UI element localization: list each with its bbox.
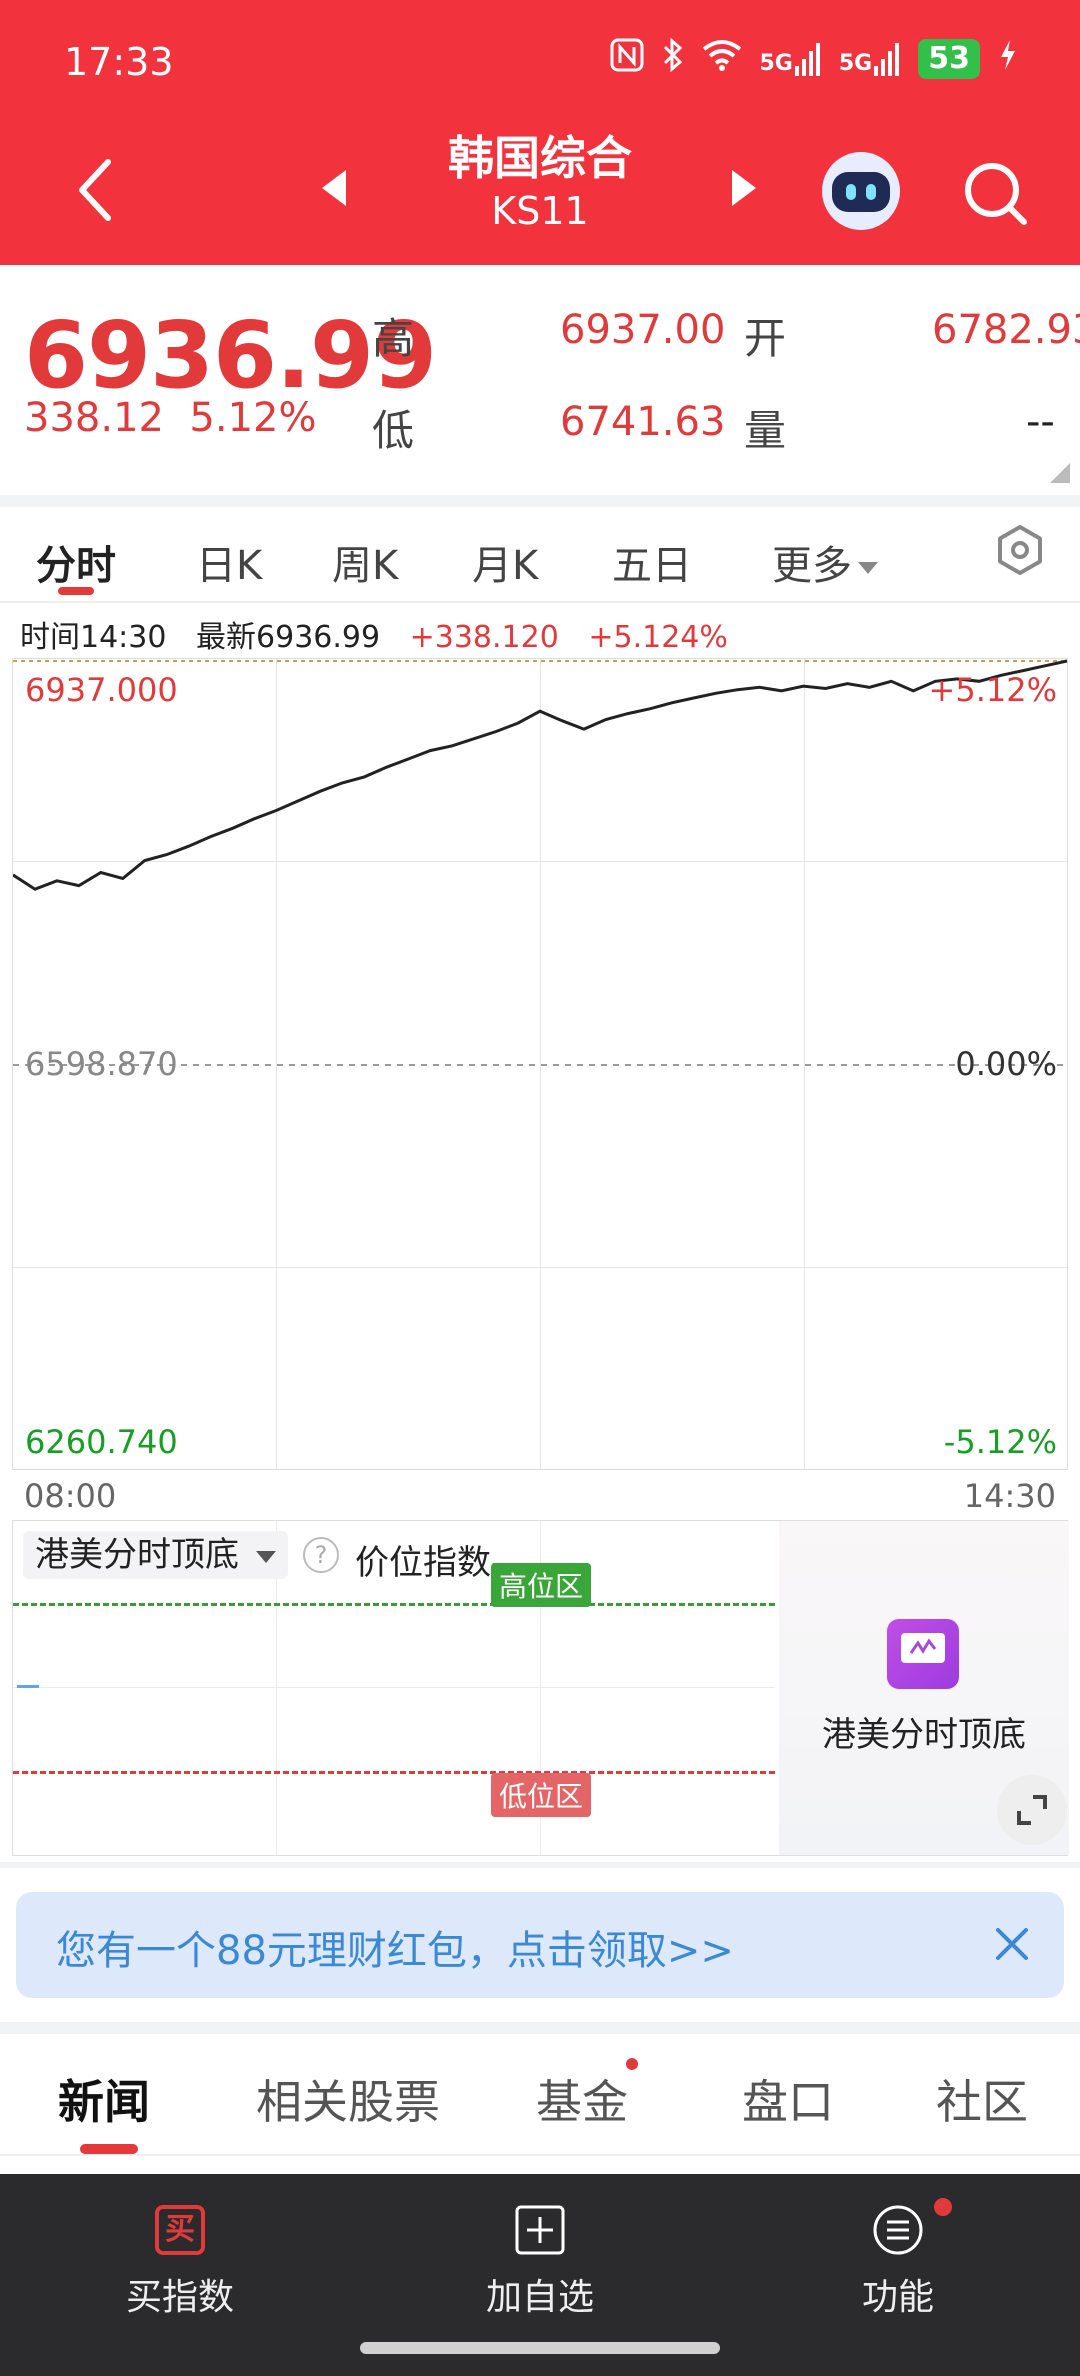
info-latest: 最新6936.99 (196, 620, 381, 655)
intraday-chart[interactable]: 6937.000 +5.12% 6598.870 0.00% 6260.740 … (12, 658, 1069, 1470)
section-divider (0, 495, 1080, 507)
info-time: 时间14:30 (20, 620, 167, 655)
tab-intraday[interactable]: 分时 (36, 533, 116, 591)
info-change-pct: +5.124% (588, 620, 728, 655)
add-icon (514, 2204, 566, 2256)
monitor-chart-icon (887, 1619, 959, 1689)
chart-tabs: 分时 日K 周K 月K 五日 更多 (0, 507, 1080, 603)
time-axis-end: 14:30 (963, 1477, 1056, 1515)
settings-icon[interactable] (994, 524, 1046, 580)
buy-index-button[interactable]: 买 买指数 (80, 2204, 280, 2320)
indicator-panel: 港美分时顶底 ? 价位指数-- 高位区 低位区 港美分时顶底 (12, 1520, 1069, 1856)
content-tabs: 新闻 相关股票 基金 盘口 社区 (0, 2036, 1080, 2156)
tab-five-day[interactable]: 五日 (612, 533, 692, 591)
price-change: 338.12 5.12% (24, 395, 317, 441)
charging-icon (998, 38, 1018, 80)
signal-icon-2: 5G (839, 42, 900, 76)
quote-panel: 6936.99 338.12 5.12% 高 6937.00 开 6782.93… (0, 265, 1080, 497)
tab-active-indicator (58, 587, 94, 595)
indicator-marker (17, 1685, 39, 1688)
nfc-icon (610, 38, 644, 80)
pct-label-middle: 0.00% (955, 1045, 1057, 1083)
high-zone-badge: 高位区 (491, 1563, 592, 1607)
buy-icon: 买 (154, 2204, 206, 2256)
status-time: 17:33 (64, 40, 174, 84)
chevron-down-icon (858, 562, 878, 574)
status-icons: 5G 5G 53 (610, 37, 1019, 80)
help-icon[interactable]: ? (303, 1537, 339, 1573)
tab-community[interactable]: 社区 (936, 2066, 1028, 2132)
battery-indicator: 53 (918, 39, 980, 79)
tab-order-book[interactable]: 盘口 (742, 2066, 834, 2132)
indicator-selector[interactable]: 港美分时顶底 (23, 1531, 288, 1579)
index-code: KS11 (491, 189, 589, 233)
tab-related-stocks[interactable]: 相关股票 (256, 2066, 440, 2132)
fullscreen-icon[interactable] (997, 1775, 1067, 1845)
chevron-down-icon (255, 1550, 276, 1563)
close-icon[interactable] (990, 1922, 1034, 1970)
indicator-promo[interactable]: 港美分时顶底 (779, 1521, 1069, 1855)
volume-value: -- (1026, 399, 1055, 445)
search-icon[interactable] (962, 160, 1030, 228)
title-block: 韩国综合 KS11 (0, 130, 1080, 236)
header: 17:33 5G 5G 53 韩国综合 KS11 (0, 0, 1080, 265)
volume-label: 量 (744, 406, 787, 455)
tab-funds[interactable]: 基金 (536, 2066, 628, 2132)
open-value: 6782.93 (932, 307, 1080, 353)
bottom-action-bar: 买 买指数 加自选 功能 (0, 2174, 1080, 2376)
functions-button[interactable]: 功能 (798, 2204, 998, 2320)
low-zone-line (13, 1771, 775, 1774)
next-index-button[interactable] (730, 168, 758, 212)
home-indicator[interactable] (360, 2342, 720, 2354)
tab-weekly-k[interactable]: 周K (332, 533, 398, 591)
time-axis-start: 08:00 (24, 1477, 117, 1515)
menu-icon (872, 2204, 924, 2256)
bluetooth-icon (662, 37, 684, 80)
open-label: 开 (744, 314, 787, 363)
high-value: 6937.00 (560, 307, 726, 353)
chart-info-line: 时间14:30 最新6936.99 +338.120 +5.124% (20, 612, 728, 656)
low-value: 6741.63 (560, 399, 726, 445)
notification-dot (934, 2198, 952, 2216)
banner-text: 您有一个88元理财红包，点击领取>> (56, 1928, 734, 1974)
info-change: +338.120 (409, 620, 559, 655)
tab-monthly-k[interactable]: 月K (472, 533, 538, 591)
page-title: 韩国综合 (448, 131, 632, 185)
y-label-middle: 6598.870 (25, 1045, 178, 1083)
y-label-top: 6937.000 (25, 671, 178, 709)
high-zone-line (13, 1603, 775, 1606)
tab-daily-k[interactable]: 日K (196, 533, 262, 591)
promo-label: 港美分时顶底 (822, 1715, 1026, 1755)
promo-banner[interactable]: 您有一个88元理财红包，点击领取>> (16, 1892, 1064, 1998)
robot-assistant-icon[interactable] (822, 152, 900, 230)
tab-active-indicator (80, 2144, 138, 2154)
high-label: 高 (372, 314, 415, 363)
low-label: 低 (372, 406, 415, 455)
pct-label-top: +5.12% (928, 671, 1057, 709)
tab-news[interactable]: 新闻 (58, 2066, 150, 2132)
add-watchlist-button[interactable]: 加自选 (440, 2204, 640, 2320)
expand-corner-icon[interactable] (1050, 463, 1070, 483)
notification-dot (626, 2058, 638, 2070)
y-label-bottom: 6260.740 (25, 1423, 178, 1461)
low-zone-badge: 低位区 (491, 1773, 592, 1817)
signal-icon: 5G (760, 42, 821, 76)
tab-more[interactable]: 更多 (772, 533, 878, 591)
wifi-icon (702, 39, 742, 79)
pct-label-bottom: -5.12% (943, 1423, 1057, 1461)
